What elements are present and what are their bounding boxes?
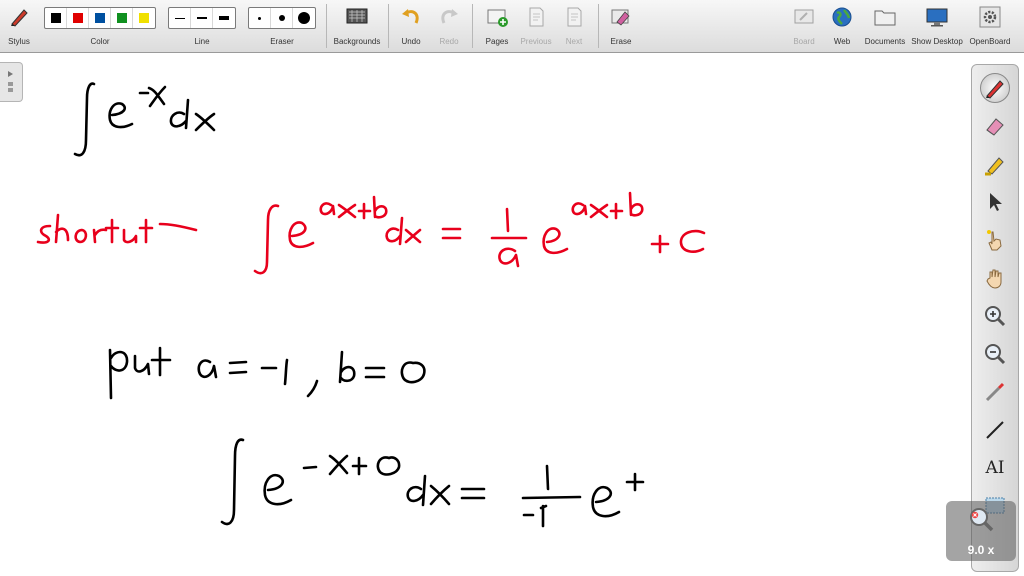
whiteboard-canvas[interactable] [0, 53, 1024, 576]
color-swatches [44, 7, 156, 29]
zoom-in-icon [985, 306, 1006, 327]
line-thick[interactable] [213, 8, 235, 28]
eraser-icon [986, 118, 1004, 136]
line-tool[interactable] [980, 415, 1010, 445]
highlighter-icon [985, 157, 1004, 176]
openboard-button[interactable]: OpenBoard [966, 0, 1014, 52]
board-icon [794, 9, 814, 24]
eraser-group: Eraser [248, 0, 316, 52]
laser-pointer-tool[interactable] [980, 377, 1010, 407]
erase-icon [611, 9, 630, 26]
shortcut-formula [36, 191, 706, 275]
interact-tool[interactable] [980, 225, 1010, 255]
line-group: Line [168, 0, 236, 52]
swatch-icon [94, 13, 105, 23]
line-thin-icon [174, 17, 185, 19]
pointing-hand-icon [987, 230, 1002, 251]
show-desktop-button[interactable]: Show Desktop [910, 0, 964, 52]
pages-button[interactable]: Pages [480, 0, 514, 52]
color-red[interactable] [67, 8, 89, 28]
line-medium-icon [196, 17, 207, 19]
toolbar-separator [598, 4, 599, 48]
integral-expression-1 [73, 82, 216, 157]
substitution-line [108, 346, 426, 400]
backgrounds-icon [346, 8, 368, 24]
redo-icon [441, 9, 458, 24]
gear-icon [979, 6, 1001, 28]
color-blue[interactable] [89, 8, 111, 28]
magnifier-icon [970, 508, 994, 532]
eraser-small-icon [258, 16, 261, 20]
line-medium[interactable] [191, 8, 213, 28]
stylus-icon [11, 9, 28, 27]
swatch-icon [116, 13, 127, 23]
laser-pointer-icon [985, 382, 1005, 402]
previous-page-icon [529, 7, 544, 27]
add-page-icon [487, 9, 508, 27]
marker-tool[interactable] [980, 149, 1010, 179]
top-toolbar: Stylus Color Line Eraser Backgrounds Und… [0, 0, 1024, 53]
zoom-in-tool[interactable] [980, 301, 1010, 331]
redo-button[interactable]: Redo [432, 0, 466, 52]
next-page-button[interactable]: Next [558, 0, 590, 52]
globe-icon [832, 7, 852, 27]
page-thumbnails-toggle[interactable] [0, 62, 23, 102]
undo-button[interactable]: Undo [394, 0, 428, 52]
documents-button[interactable]: Documents [862, 0, 908, 52]
swatch-icon [50, 13, 61, 23]
line-icon [986, 421, 1004, 439]
eraser-tool[interactable] [980, 111, 1010, 141]
line-thick-icon [219, 16, 229, 20]
cursor-arrow-icon [990, 193, 1002, 211]
chevron-right-icon [8, 71, 13, 92]
pen-tool[interactable] [980, 73, 1010, 103]
toolbar-separator [388, 4, 389, 48]
toolbar-separator [472, 4, 473, 48]
line-widths [168, 7, 236, 29]
web-button[interactable]: Web [826, 0, 858, 52]
eraser-medium[interactable] [271, 8, 293, 28]
text-tool[interactable]: AI [980, 453, 1010, 483]
eraser-small[interactable] [249, 8, 271, 28]
text-tool-label: AI [985, 458, 1005, 478]
zoom-out-tool[interactable] [980, 339, 1010, 369]
eraser-medium-icon [278, 15, 285, 21]
selector-tool[interactable] [980, 187, 1010, 217]
next-page-icon [567, 7, 582, 27]
color-black[interactable] [45, 8, 67, 28]
swatch-icon [139, 13, 149, 23]
hand-icon [986, 269, 1002, 289]
color-group: Color [44, 0, 156, 52]
eraser-large-icon [298, 12, 310, 24]
backgrounds-button[interactable]: Backgrounds [330, 0, 384, 52]
stylus-button[interactable]: Stylus [2, 0, 36, 52]
undo-icon [402, 9, 419, 24]
tool-palette: AI [971, 64, 1019, 572]
eraser-large[interactable] [293, 8, 315, 28]
board-button[interactable]: Board [788, 0, 820, 52]
zoom-value: 9.0 x [967, 543, 995, 557]
zoom-out-icon [985, 344, 1006, 365]
eraser-sizes [248, 7, 316, 29]
folder-icon [874, 10, 896, 26]
hand-tool[interactable] [980, 263, 1010, 293]
toolbar-separator [326, 4, 327, 48]
pen-icon [986, 80, 1004, 99]
color-yellow[interactable] [133, 8, 155, 28]
previous-page-button[interactable]: Previous [516, 0, 556, 52]
zoom-indicator: 9.0 x [946, 501, 1016, 561]
swatch-icon [72, 13, 83, 23]
line-thin[interactable] [169, 8, 191, 28]
handwriting-layer [36, 82, 706, 528]
integral-expression-2 [220, 438, 645, 528]
erase-button[interactable]: Erase [604, 0, 638, 52]
monitor-icon [926, 8, 948, 27]
color-green[interactable] [111, 8, 133, 28]
